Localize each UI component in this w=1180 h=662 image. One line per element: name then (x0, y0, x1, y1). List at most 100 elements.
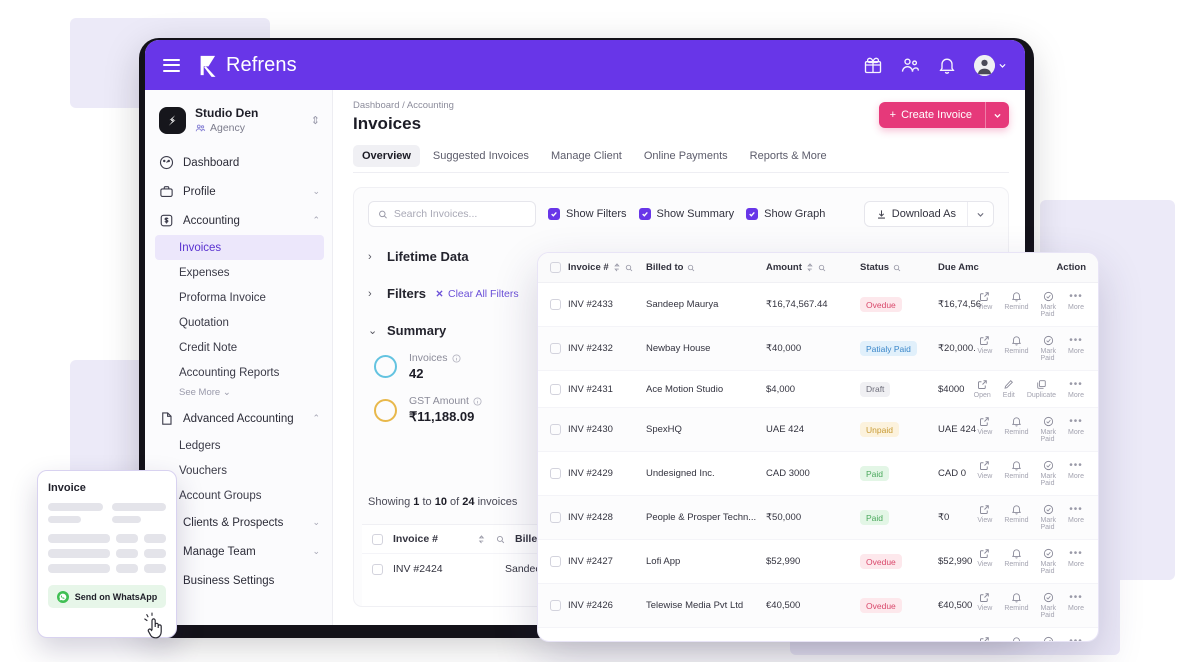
sidebar-item-credit-note[interactable]: Credit Note (145, 335, 332, 360)
row-checkbox[interactable] (550, 512, 561, 523)
search-icon[interactable] (496, 535, 505, 544)
action-open[interactable]: Open (974, 379, 991, 399)
sort-icon[interactable] (477, 534, 486, 544)
action-more[interactable]: •••More (1068, 504, 1084, 524)
action-view[interactable]: View (977, 460, 992, 480)
action-view[interactable]: View (977, 416, 992, 436)
row-checkbox[interactable] (372, 563, 383, 575)
tab-reports-more[interactable]: Reports & More (741, 145, 836, 167)
download-as-dropdown[interactable] (967, 202, 993, 226)
action-remind[interactable]: Remind (1004, 504, 1028, 524)
tab-overview[interactable]: Overview (353, 145, 420, 167)
show-graph-checkbox[interactable]: Show Graph (746, 208, 825, 220)
sidebar-item-accounting-reports[interactable]: Accounting Reports (145, 360, 332, 385)
action-view[interactable]: View (977, 335, 992, 355)
search-box[interactable] (368, 201, 536, 227)
header-status[interactable]: Status (856, 253, 934, 283)
user-menu[interactable] (974, 54, 1007, 76)
row-checkbox[interactable] (550, 343, 561, 354)
row-checkbox[interactable] (550, 383, 561, 395)
tab-suggested-invoices[interactable]: Suggested Invoices (424, 145, 538, 167)
action-more[interactable]: •••More (1068, 335, 1084, 355)
action-mark-paid[interactable]: Mark Paid (1040, 335, 1056, 362)
brand-logo[interactable]: Refrens (198, 54, 297, 77)
sidebar-item-proforma-invoice[interactable]: Proforma Invoice (145, 285, 332, 310)
action-remind[interactable]: Remind (1004, 416, 1028, 436)
table-row[interactable]: INV #2425QuickX Animations€40,500Patialy… (538, 627, 1098, 641)
bell-icon[interactable] (937, 55, 957, 75)
table-row[interactable]: INV #2431 Ace Motion Studio $4,000 Draft $40… (538, 370, 1098, 408)
download-as-button[interactable]: Download As (863, 201, 994, 227)
header-billed-to[interactable]: Billed to (642, 253, 762, 283)
action-more[interactable]: •••More (1068, 379, 1084, 399)
table-row[interactable]: INV #2432 Newbay House ₹40,000 Patialy Paid… (538, 326, 1098, 371)
action-view[interactable]: View (977, 636, 992, 641)
action-remind[interactable]: Remind (1004, 592, 1028, 612)
action-mark-paid[interactable]: Mark Paid (1040, 636, 1056, 641)
search-input[interactable] (393, 208, 526, 220)
action-edit[interactable]: Edit (1003, 379, 1015, 399)
download-as-main[interactable]: Download As (865, 208, 967, 220)
sidebar-item-expenses[interactable]: Expenses (145, 260, 332, 285)
search-icon[interactable] (625, 264, 633, 272)
table-row[interactable]: INV #2428 People & Prosper Techn... ₹50,00… (538, 495, 1098, 540)
action-more[interactable]: •••More (1068, 548, 1084, 568)
sidebar-item-dashboard[interactable]: Dashboard (145, 148, 332, 177)
gift-icon[interactable] (863, 55, 883, 75)
row-checkbox[interactable] (550, 424, 561, 435)
referral-people-icon[interactable] (900, 55, 920, 75)
header-amount[interactable]: Amount (762, 253, 856, 283)
search-icon[interactable] (893, 264, 901, 272)
create-invoice-button[interactable]: + Create Invoice (878, 102, 1009, 128)
action-remind[interactable]: Remind (1004, 636, 1028, 641)
hamburger-icon[interactable] (163, 58, 180, 72)
clear-all-filters-button[interactable]: Clear All Filters (435, 288, 519, 300)
sidebar-item-profile[interactable]: Profile ⌄ (145, 177, 332, 206)
table-row[interactable]: INV #2433 Sandeep Maurya ₹16,74,567.44 Oved… (538, 282, 1098, 327)
action-mark-paid[interactable]: Mark Paid (1040, 460, 1056, 487)
action-more[interactable]: •••More (1068, 592, 1084, 612)
action-view[interactable]: View (977, 504, 992, 524)
sidebar-see-more[interactable]: See More ⌄ (145, 385, 332, 404)
bg-header-invoice[interactable]: Invoice # (393, 533, 467, 545)
action-view[interactable]: View (977, 291, 992, 311)
sort-icon[interactable] (806, 263, 814, 272)
action-remind[interactable]: Remind (1004, 460, 1028, 480)
create-invoice-main[interactable]: + Create Invoice (879, 102, 985, 128)
action-remind[interactable]: Remind (1004, 291, 1028, 311)
action-mark-paid[interactable]: Mark Paid (1040, 416, 1056, 443)
chevron-up-down-icon[interactable]: ⇕ (311, 114, 320, 127)
header-invoice-number[interactable]: Invoice # (564, 253, 642, 283)
info-icon[interactable] (452, 353, 461, 363)
sidebar-item-accounting[interactable]: Accounting ⌃ (145, 206, 332, 235)
tab-manage-client[interactable]: Manage Client (542, 145, 631, 167)
action-more[interactable]: •••More (1068, 636, 1084, 641)
action-more[interactable]: •••More (1068, 291, 1084, 311)
sidebar-item-ledgers[interactable]: Ledgers (145, 433, 332, 458)
table-row[interactable]: INV #2427 Lofi App $52,990 Ovedue $52,990 Vie… (538, 539, 1098, 584)
row-checkbox[interactable] (550, 468, 561, 479)
org-switcher[interactable]: Studio Den Agency ⇕ (145, 102, 332, 134)
row-checkbox[interactable] (550, 600, 561, 611)
action-mark-paid[interactable]: Mark Paid (1040, 291, 1056, 318)
search-icon[interactable] (818, 264, 826, 272)
row-checkbox[interactable] (550, 556, 561, 567)
row-checkbox[interactable] (550, 299, 561, 310)
action-more[interactable]: •••More (1068, 460, 1084, 480)
action-mark-paid[interactable]: Mark Paid (1040, 548, 1056, 575)
search-icon[interactable] (687, 264, 695, 272)
table-row[interactable]: INV #2426 Telewise Media Pvt Ltd €40,500 Ov… (538, 583, 1098, 628)
breadcrumb-current[interactable]: Accounting (407, 100, 454, 111)
action-mark-paid[interactable]: Mark Paid (1040, 504, 1056, 531)
sidebar-item-advanced-accounting[interactable]: Advanced Accounting ⌃ (145, 404, 332, 433)
action-view[interactable]: View (977, 548, 992, 568)
action-view[interactable]: View (977, 592, 992, 612)
sidebar-item-quotation[interactable]: Quotation (145, 310, 332, 335)
sidebar-item-invoices[interactable]: Invoices (155, 235, 324, 260)
sort-icon[interactable] (613, 263, 621, 272)
table-row[interactable]: INV #2429 Undesigned Inc. CAD 3000 Paid CAD … (538, 451, 1098, 496)
table-row[interactable]: INV #2430 SpexHQ UAE 424 Unpaid UAE 424 View R… (538, 407, 1098, 452)
create-invoice-dropdown[interactable] (985, 102, 1009, 128)
breadcrumb-root[interactable]: Dashboard (353, 100, 399, 111)
show-summary-checkbox[interactable]: Show Summary (638, 208, 734, 220)
